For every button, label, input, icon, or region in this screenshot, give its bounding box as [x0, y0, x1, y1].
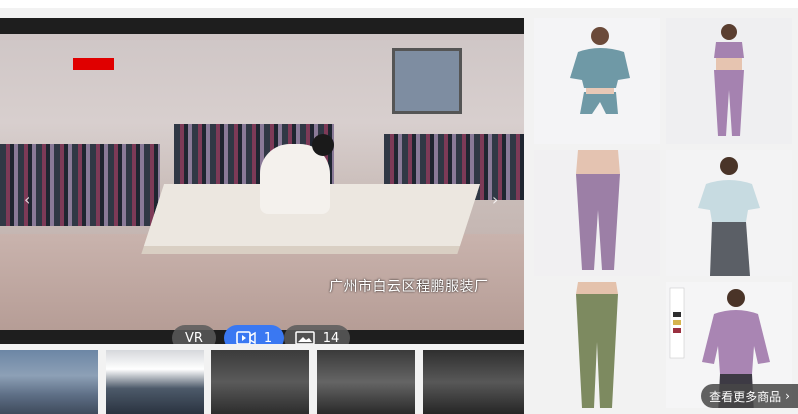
purple-leggings — [534, 150, 660, 276]
clothing-rack — [0, 144, 160, 226]
video-button[interactable]: 1 — [224, 325, 284, 344]
factory-building-thumb[interactable] — [0, 350, 98, 414]
carousel-top-band — [0, 18, 524, 34]
image-icon — [294, 331, 315, 344]
view-more-products-button[interactable]: 查看更多商品 › — [701, 384, 798, 408]
olive-leggings — [534, 282, 660, 408]
purple-bra-legging-set — [666, 18, 792, 144]
chevron-left-icon[interactable]: ‹ — [24, 190, 30, 209]
chevron-right-icon: › — [785, 389, 790, 403]
red-banner-tag — [73, 58, 114, 70]
video-icon — [236, 331, 256, 344]
photo-count: 14 — [322, 330, 340, 345]
showroom-window — [392, 48, 462, 114]
product-card[interactable] — [666, 150, 792, 276]
storage-shelves-thumb[interactable] — [423, 350, 524, 414]
product-card[interactable] — [534, 282, 660, 408]
vr-button[interactable]: VR — [172, 325, 216, 344]
product-grid — [534, 18, 798, 414]
photo-button[interactable]: 14 — [284, 325, 350, 344]
vr-label: VR — [185, 330, 203, 345]
view-more-label: 查看更多商品 — [709, 389, 782, 404]
chevron-right-icon[interactable]: › — [492, 190, 498, 209]
mint-crop-tee-set — [666, 150, 792, 276]
product-card[interactable] — [534, 18, 660, 144]
factory-caption: 广州市白云区程鹏服装厂 — [329, 279, 489, 295]
office-staff-thumb[interactable] — [106, 350, 204, 414]
factory-video-carousel[interactable]: ‹ › 广州市白云区程鹏服装厂 VR 1 14 — [0, 18, 524, 344]
teal-crop-top-set — [534, 18, 660, 144]
workshop-floor-thumb[interactable] — [317, 350, 415, 414]
worker-head — [312, 134, 334, 156]
warehouse-aisle-thumb[interactable] — [211, 350, 309, 414]
product-card[interactable] — [666, 18, 792, 144]
thumbnail-strip — [0, 350, 524, 414]
top-bar — [0, 0, 798, 8]
video-count: 1 — [263, 330, 273, 345]
product-card[interactable] — [534, 150, 660, 276]
